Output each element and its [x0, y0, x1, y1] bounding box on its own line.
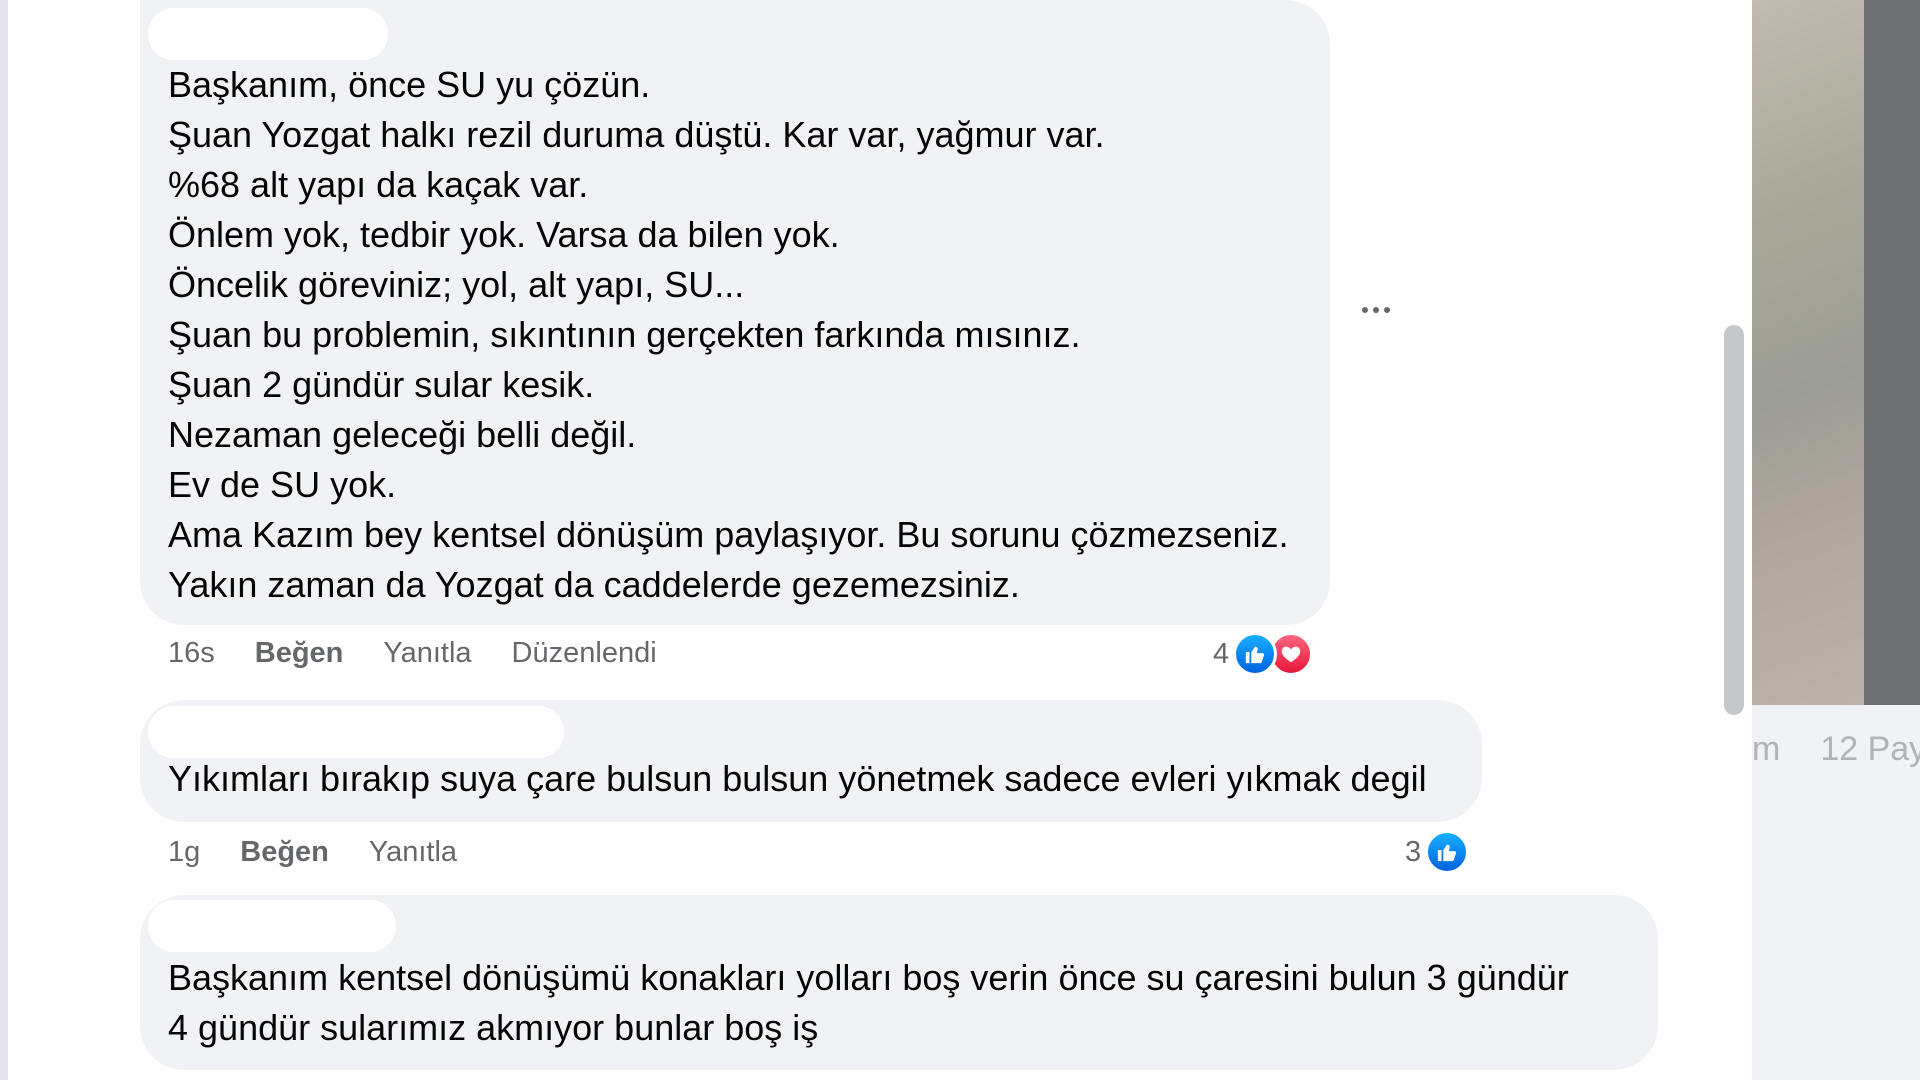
photo-edge	[1864, 0, 1920, 705]
comment-text-line: Yakın zaman da Yozgat da caddelerde geze…	[168, 564, 1020, 605]
author-name-redacted[interactable]	[148, 900, 396, 952]
reply-button[interactable]: Yanıtla	[369, 836, 457, 869]
reaction-count: 3	[1405, 835, 1422, 868]
edited-label[interactable]: Düzenlendi	[512, 637, 657, 670]
like-icon	[1425, 830, 1470, 874]
author-name-redacted[interactable]	[148, 8, 388, 60]
comment-text-line: Başkanım, önce SU yu çözün.	[168, 64, 651, 105]
comment-text-line: Şuan 2 gündür sular kesik.	[168, 364, 595, 405]
comment-text-line: Yıkımları bırakıp suya çare bulsun bulsu…	[168, 758, 1427, 799]
more-options-button[interactable]	[1356, 296, 1396, 324]
comment-actions: 16s Beğen Yanıtla Düzenlendi	[168, 637, 657, 670]
reaction-summary[interactable]: 4	[1213, 632, 1314, 676]
comment-text-line: Önlem yok, tedbir yok. Varsa da bilen yo…	[168, 214, 840, 255]
like-button[interactable]: Beğen	[255, 637, 344, 670]
more-dot-icon	[1373, 307, 1379, 313]
share-count[interactable]: 12 Pay	[1820, 730, 1920, 769]
more-dot-icon	[1362, 307, 1368, 313]
reply-button[interactable]: Yanıtla	[383, 637, 471, 670]
post-preview-pane: m 12 Pay	[1752, 0, 1920, 1080]
like-icon	[1233, 632, 1278, 676]
comment-text-line: Nezaman geleceği belli değil.	[168, 414, 637, 455]
comment-text-line: Ev de SU yok.	[168, 464, 397, 505]
comment-timestamp[interactable]: 1g	[168, 836, 200, 869]
comments-panel: Başkanım, önce SU yu çözün. Şuan Yozgat …	[8, 0, 1718, 1080]
comment-actions: 1g Beğen Yanıtla	[168, 836, 457, 869]
post-photo[interactable]	[1752, 0, 1864, 705]
comment-text-line: Ama Kazım bey kentsel dönüşüm paylaşıyor…	[168, 514, 1289, 555]
comment-text-line: Şuan Yozgat halkı rezil duruma düştü. Ka…	[168, 114, 1105, 155]
reaction-count: 4	[1213, 637, 1230, 670]
author-name-redacted[interactable]	[148, 706, 564, 758]
left-edge	[0, 0, 8, 1080]
comment-timestamp[interactable]: 16s	[168, 637, 215, 670]
comment-text-line: Şuan bu problemin, sıkıntının gerçekten …	[168, 314, 1081, 355]
post-meta: m 12 Pay	[1752, 730, 1920, 769]
comment-text-line: 4 gündür sularımız akmıyor bunlar boş iş	[168, 1007, 819, 1048]
more-dot-icon	[1384, 307, 1390, 313]
comment-bubble: Başkanım, önce SU yu çözün. Şuan Yozgat …	[140, 0, 1330, 625]
like-button[interactable]: Beğen	[240, 836, 329, 869]
post-meta-fragment[interactable]: m	[1752, 730, 1780, 769]
comment-text-line: %68 alt yapı da kaçak var.	[168, 164, 589, 205]
comment-text-line: Öncelik göreviniz; yol, alt yapı, SU...	[168, 264, 745, 305]
comment-text-line: Başkanım kentsel dönüşümü konakları yoll…	[168, 957, 1569, 998]
reaction-summary[interactable]: 3	[1405, 830, 1470, 874]
scrollbar-thumb[interactable]	[1724, 325, 1744, 715]
